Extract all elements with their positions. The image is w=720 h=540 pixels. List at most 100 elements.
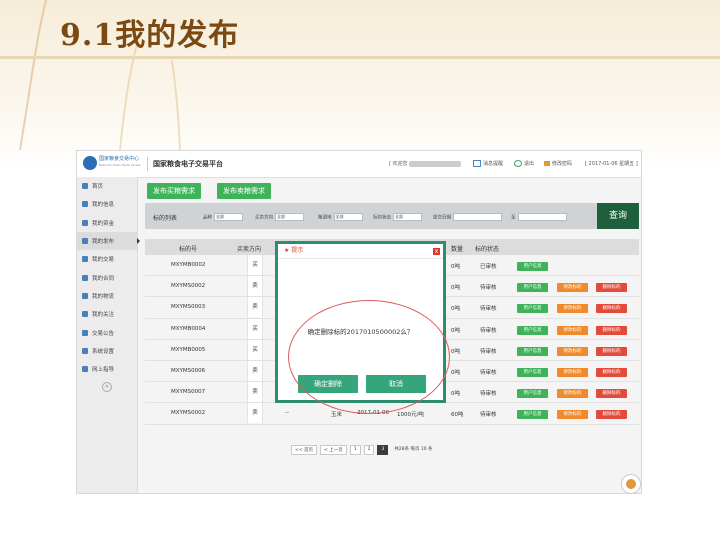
publish-sell-button[interactable]: 发布卖粮需求 bbox=[217, 183, 271, 199]
edit-item-button[interactable]: 修改标的 bbox=[557, 389, 588, 399]
sidebar: 首页 我的信息 我的资金 我的发布 我的交易 我的合同 我的物流 我的关注 交易… bbox=[77, 177, 140, 493]
query-button[interactable]: 查询 bbox=[597, 203, 639, 229]
delete-item-button[interactable]: 删除标的 bbox=[596, 389, 627, 399]
sidebar-item-label: 系统设置 bbox=[92, 348, 115, 355]
dialog-header: ★ 提示 bbox=[278, 244, 443, 259]
delete-item-button[interactable]: 删除标的 bbox=[596, 410, 627, 420]
edit-item-button[interactable]: 修改标的 bbox=[557, 283, 588, 293]
page-2-button[interactable]: 2 bbox=[363, 445, 375, 455]
edit-item-button[interactable]: 修改标的 bbox=[557, 346, 588, 356]
sidebar-item-label: 我的合同 bbox=[92, 275, 115, 282]
filter-direction-select[interactable]: 全部 bbox=[275, 213, 304, 221]
filter-variety-select[interactable]: 全部 bbox=[214, 213, 243, 221]
row-direction: 卖 bbox=[247, 382, 263, 403]
sidebar-item-trades[interactable]: 我的交易 bbox=[77, 250, 137, 268]
title-rule bbox=[0, 56, 720, 59]
row-qty: 0吨 bbox=[451, 348, 460, 355]
user-info-button[interactable]: 用户信息 bbox=[517, 283, 548, 293]
filter-field-label: 提交日期 bbox=[433, 215, 451, 221]
sidebar-item-announcements[interactable]: 交易公告 bbox=[77, 323, 137, 341]
row-extra: -- bbox=[285, 410, 289, 417]
sidebar-item-settings[interactable]: 系统设置 bbox=[77, 342, 137, 360]
row-id: MXYMB0005 bbox=[171, 346, 206, 353]
sidebar-item-my-publish[interactable]: 我的发布 bbox=[77, 231, 140, 251]
delete-item-button[interactable]: 删除标的 bbox=[596, 283, 627, 293]
row-direction: 买 bbox=[247, 318, 263, 339]
sidebar-item-label: 我的物流 bbox=[92, 293, 115, 300]
app-topbar: 国家粮食交易中心 National Grain Trade Center 国家粮… bbox=[77, 151, 641, 178]
row-id: MXYMS0002 bbox=[171, 410, 206, 417]
close-icon[interactable]: x bbox=[433, 248, 440, 255]
lock-icon bbox=[544, 161, 550, 166]
guide-icon bbox=[82, 366, 88, 373]
row-qty: 0吨 bbox=[451, 327, 460, 334]
row-qty: 60吨 bbox=[451, 412, 464, 419]
sidebar-item-funds[interactable]: 我的资金 bbox=[77, 214, 137, 232]
change-password-link[interactable]: 修改密码 bbox=[544, 160, 572, 167]
edit-item-button[interactable]: 修改标的 bbox=[557, 304, 588, 314]
row-qty: 0吨 bbox=[451, 264, 460, 270]
speaker-icon bbox=[82, 329, 88, 336]
user-info-button[interactable]: 用户信息 bbox=[517, 389, 548, 399]
row-status: 待审核 bbox=[480, 306, 497, 313]
contract-icon bbox=[82, 274, 88, 281]
edit-item-button[interactable]: 修改标的 bbox=[557, 325, 588, 335]
dialog-title: 提示 bbox=[291, 247, 304, 254]
edit-item-button[interactable]: 修改标的 bbox=[557, 410, 588, 420]
user-info-button[interactable]: 用户信息 bbox=[517, 367, 548, 377]
filter-label: 标的列表 bbox=[153, 215, 178, 222]
sidebar-item-logistics[interactable]: 我的物流 bbox=[77, 287, 137, 305]
filter-field-label: 标的状态 bbox=[373, 215, 391, 221]
sidebar-item-follows[interactable]: 我的关注 bbox=[77, 305, 137, 323]
row-price: 1000元/吨 bbox=[397, 412, 424, 419]
logo-text: 国家粮食交易中心 bbox=[99, 156, 140, 162]
user-info-button[interactable]: 用户信息 bbox=[517, 410, 548, 420]
power-icon bbox=[514, 160, 522, 167]
pagination: << 首页 < 上一页 1 2 3 共28条 每页 10 条 bbox=[291, 445, 436, 455]
collapse-icon[interactable]: « bbox=[102, 382, 112, 393]
date-from-input[interactable] bbox=[453, 213, 502, 221]
delete-item-button[interactable]: 删除标的 bbox=[596, 346, 627, 356]
date-to-input[interactable] bbox=[517, 213, 567, 221]
row-direction: 卖 bbox=[247, 297, 263, 318]
row-id: MXYMS0003 bbox=[171, 304, 206, 311]
truck-icon bbox=[82, 292, 88, 299]
sidebar-item-home[interactable]: 首页 bbox=[77, 177, 137, 195]
user-info-button[interactable]: 用户信息 bbox=[517, 304, 548, 314]
filter-status: 标的状态 全部 bbox=[373, 213, 422, 221]
sidebar-item-label: 我的资金 bbox=[92, 220, 115, 227]
page-3-button[interactable]: 3 bbox=[377, 445, 389, 455]
messages-link[interactable]: 消息提醒 bbox=[473, 160, 503, 167]
sidebar-item-contracts[interactable]: 我的合同 bbox=[77, 268, 137, 286]
sidebar-item-my-info[interactable]: 我的信息 bbox=[77, 195, 137, 213]
sidebar-item-label: 网上指导 bbox=[92, 367, 115, 374]
slide-title: 9.1我的发布 bbox=[60, 18, 240, 53]
delete-item-button[interactable]: 删除标的 bbox=[596, 325, 627, 335]
row-variety: 玉米 bbox=[331, 412, 343, 419]
filter-field-label: 买卖方向 bbox=[255, 215, 273, 221]
chat-icon[interactable] bbox=[621, 474, 641, 494]
filter-field-label: 品种 bbox=[203, 215, 212, 221]
row-status: 待审核 bbox=[480, 285, 497, 292]
logo-icon bbox=[83, 156, 97, 170]
row-id: MXYMS0002 bbox=[171, 283, 206, 290]
highlight-circle bbox=[288, 300, 450, 414]
user-info-button[interactable]: 用户信息 bbox=[517, 325, 548, 335]
delete-item-button[interactable]: 删除标的 bbox=[596, 367, 627, 377]
sidebar-item-guide[interactable]: 网上指导 bbox=[77, 360, 137, 378]
publish-buy-button[interactable]: 发布买粮需求 bbox=[147, 183, 201, 199]
username-redacted bbox=[409, 160, 462, 167]
filter-status-select[interactable]: 全部 bbox=[393, 213, 422, 221]
row-status: 待审核 bbox=[480, 369, 497, 376]
delete-item-button[interactable]: 删除标的 bbox=[596, 304, 627, 314]
edit-item-button[interactable]: 修改标的 bbox=[557, 367, 588, 377]
change-password-label: 修改密码 bbox=[552, 161, 573, 167]
first-page-button[interactable]: << 首页 bbox=[291, 445, 317, 455]
logout-link[interactable]: 退出 bbox=[514, 160, 534, 167]
page-1-button[interactable]: 1 bbox=[349, 445, 361, 455]
filter-field-label: 至 bbox=[511, 215, 516, 221]
prev-page-button[interactable]: < 上一页 bbox=[319, 445, 347, 455]
filter-origin-select[interactable]: 全部 bbox=[333, 213, 363, 221]
user-info-button[interactable]: 用户信息 bbox=[517, 262, 548, 271]
user-info-button[interactable]: 用户信息 bbox=[517, 346, 548, 356]
